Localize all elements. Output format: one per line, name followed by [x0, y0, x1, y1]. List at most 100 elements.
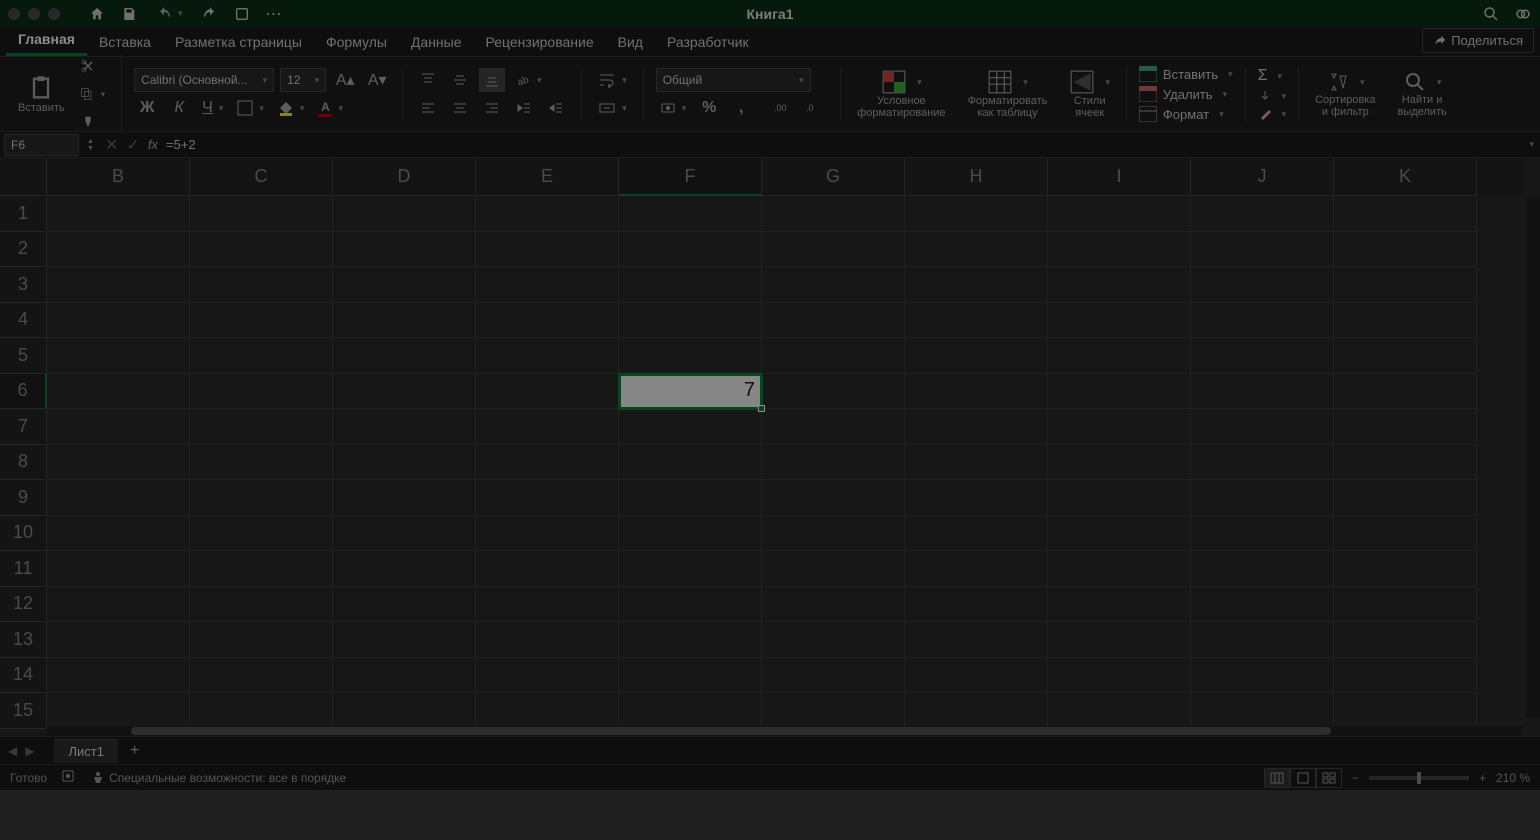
fx-label[interactable]: fx: [148, 137, 158, 152]
cell-K5[interactable]: [1334, 338, 1477, 374]
cell-I14[interactable]: [1048, 658, 1191, 694]
increase-decimal-button[interactable]: .00: [770, 96, 796, 120]
row-header-13[interactable]: 13: [0, 622, 47, 658]
cell-D9[interactable]: [333, 480, 476, 516]
cell-H5[interactable]: [905, 338, 1048, 374]
italic-button[interactable]: К: [166, 96, 192, 120]
cell-D14[interactable]: [333, 658, 476, 694]
row-header-1[interactable]: 1: [0, 196, 47, 232]
cell-B2[interactable]: [47, 232, 190, 268]
align-left-button[interactable]: [415, 96, 441, 120]
cell-C7[interactable]: [190, 409, 333, 445]
cell-B10[interactable]: [47, 516, 190, 552]
column-header-H[interactable]: H: [905, 158, 1048, 196]
cell-styles-button[interactable]: ▾ Стилиячеек: [1065, 67, 1114, 121]
cell-J12[interactable]: [1191, 587, 1334, 623]
name-box[interactable]: F6: [4, 134, 79, 156]
cell-D2[interactable]: [333, 232, 476, 268]
format-cells-button[interactable]: Формат▾: [1139, 106, 1233, 122]
align-middle-button[interactable]: [447, 68, 473, 92]
search-icon[interactable]: [1482, 5, 1500, 23]
cell-E10[interactable]: [476, 516, 619, 552]
currency-button[interactable]: ▾: [656, 96, 691, 120]
cell-I10[interactable]: [1048, 516, 1191, 552]
cell-J10[interactable]: [1191, 516, 1334, 552]
select-all-corner[interactable]: [0, 158, 47, 196]
decrease-decimal-button[interactable]: .0: [802, 96, 828, 120]
fill-handle[interactable]: [758, 405, 765, 412]
cell-G3[interactable]: [762, 267, 905, 303]
cell-F15[interactable]: [619, 693, 762, 729]
cell-E11[interactable]: [476, 551, 619, 587]
cell-B12[interactable]: [47, 587, 190, 623]
cell-B9[interactable]: [47, 480, 190, 516]
row-header-6[interactable]: 6: [0, 374, 47, 410]
cell-F7[interactable]: [619, 409, 762, 445]
underline-button[interactable]: Ч▾: [198, 96, 227, 120]
fill-button[interactable]: ▾: [1258, 89, 1287, 103]
cell-C2[interactable]: [190, 232, 333, 268]
cell-K3[interactable]: [1334, 267, 1477, 303]
cell-E2[interactable]: [476, 232, 619, 268]
cell-I12[interactable]: [1048, 587, 1191, 623]
cell-J6[interactable]: [1191, 374, 1334, 410]
cell-I9[interactable]: [1048, 480, 1191, 516]
sort-filter-button[interactable]: ▾ Сортировкаи фильтр: [1311, 68, 1379, 120]
cell-H15[interactable]: [905, 693, 1048, 729]
name-box-spinner[interactable]: ▲▼: [87, 138, 97, 152]
formula-input[interactable]: =5+2: [166, 137, 1526, 152]
sheet-tab[interactable]: Лист1: [54, 739, 117, 763]
cell-B3[interactable]: [47, 267, 190, 303]
cell-H6[interactable]: [905, 374, 1048, 410]
cell-I7[interactable]: [1048, 409, 1191, 445]
cell-B4[interactable]: [47, 303, 190, 339]
font-name-select[interactable]: Calibri (Основной...▾: [134, 68, 274, 92]
cell-K7[interactable]: [1334, 409, 1477, 445]
cell-H9[interactable]: [905, 480, 1048, 516]
tab-home[interactable]: Главная: [6, 25, 87, 56]
cell-J11[interactable]: [1191, 551, 1334, 587]
column-header-B[interactable]: B: [47, 158, 190, 196]
merge-button[interactable]: ▾: [594, 96, 631, 120]
cell-H11[interactable]: [905, 551, 1048, 587]
cell-F8[interactable]: [619, 445, 762, 481]
borders-button[interactable]: ▾: [233, 96, 268, 120]
cell-K14[interactable]: [1334, 658, 1477, 694]
cell-H3[interactable]: [905, 267, 1048, 303]
column-header-F[interactable]: F: [619, 158, 762, 196]
close-window-dot[interactable]: [8, 8, 20, 20]
redo-button[interactable]: [201, 5, 219, 23]
cell-G7[interactable]: [762, 409, 905, 445]
column-header-D[interactable]: D: [333, 158, 476, 196]
cell-H2[interactable]: [905, 232, 1048, 268]
cell-G14[interactable]: [762, 658, 905, 694]
cell-B8[interactable]: [47, 445, 190, 481]
cell-I11[interactable]: [1048, 551, 1191, 587]
increase-font-button[interactable]: A▴: [332, 68, 358, 92]
cell-G6[interactable]: [762, 374, 905, 410]
more-icon[interactable]: ⋯: [265, 5, 283, 23]
cell-H10[interactable]: [905, 516, 1048, 552]
cell-D10[interactable]: [333, 516, 476, 552]
horizontal-scrollbar[interactable]: [47, 726, 1522, 736]
cell-E8[interactable]: [476, 445, 619, 481]
cell-F10[interactable]: [619, 516, 762, 552]
cell-J4[interactable]: [1191, 303, 1334, 339]
cell-I8[interactable]: [1048, 445, 1191, 481]
cell-B15[interactable]: [47, 693, 190, 729]
cell-F14[interactable]: [619, 658, 762, 694]
decrease-font-button[interactable]: A▾: [364, 68, 390, 92]
cell-J5[interactable]: [1191, 338, 1334, 374]
cell-C3[interactable]: [190, 267, 333, 303]
cell-G9[interactable]: [762, 480, 905, 516]
cell-D3[interactable]: [333, 267, 476, 303]
cell-C8[interactable]: [190, 445, 333, 481]
zoom-slider[interactable]: [1369, 776, 1469, 780]
cell-F11[interactable]: [619, 551, 762, 587]
cell-D4[interactable]: [333, 303, 476, 339]
cell-F12[interactable]: [619, 587, 762, 623]
copy-button[interactable]: ▾: [75, 82, 110, 106]
cell-H13[interactable]: [905, 622, 1048, 658]
cell-K1[interactable]: [1334, 196, 1477, 232]
cell-G12[interactable]: [762, 587, 905, 623]
